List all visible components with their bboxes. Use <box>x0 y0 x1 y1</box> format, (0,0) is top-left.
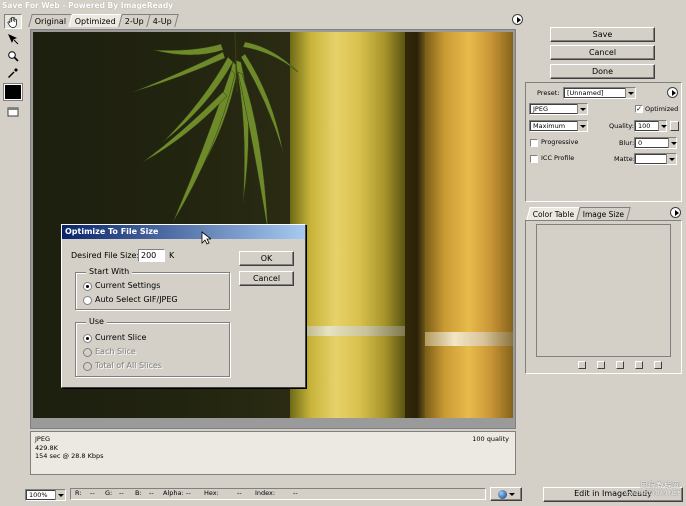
quality-mode-select[interactable]: Maximum <box>529 120 588 132</box>
g-label: G: <box>105 489 113 497</box>
bamboo-stalk-blurred <box>425 32 513 418</box>
hand-tool-icon[interactable] <box>4 14 22 29</box>
quality-input[interactable]: 100 <box>634 120 667 132</box>
info-file-size: 429.8K <box>35 443 58 452</box>
map-color-icon[interactable] <box>578 361 586 369</box>
total-slices-label: Total of All Slices <box>95 361 162 370</box>
trash-icon[interactable] <box>654 361 662 369</box>
color-table-swatches[interactable] <box>536 224 671 357</box>
index-label: Index: <box>255 489 276 497</box>
info-format: JPEG <box>35 435 50 443</box>
color-readout-bar <box>70 488 486 500</box>
file-size-unit: K <box>169 251 175 260</box>
browser-globe-icon <box>497 489 507 499</box>
use-title: Use <box>86 317 107 326</box>
watermark-line2: www.MISSYUAN.NET <box>623 491 680 497</box>
hex-label: Hex: <box>204 489 219 497</box>
web-snap-icon[interactable] <box>597 361 605 369</box>
hex-value: -- <box>237 489 242 497</box>
desired-file-size-label: Desired File Size: <box>71 251 140 260</box>
optimization-info: JPEG 429.8K 154 sec @ 28.8 Kbps 100 qual… <box>30 431 516 475</box>
format-select[interactable]: JPEG <box>529 103 588 115</box>
auto-select-label: Auto Select GIF/JPEG <box>95 295 178 304</box>
r-value: -- <box>90 489 95 497</box>
start-with-title: Start With <box>86 267 133 276</box>
zoom-tool-icon[interactable] <box>4 48 22 63</box>
blur-label: Blur: <box>619 139 635 147</box>
watermark: 思缘教程网 www.MISSYUAN.NET <box>624 482 680 498</box>
radio-total-slices <box>83 362 92 371</box>
radio-current-slice[interactable] <box>83 334 92 343</box>
lock-color-icon[interactable] <box>616 361 624 369</box>
current-settings-label: Current Settings <box>95 281 161 290</box>
done-button[interactable]: Done <box>550 64 655 79</box>
color-table-menu-arrow-icon[interactable] <box>670 207 681 218</box>
tab-image-size[interactable]: Image Size <box>576 207 632 220</box>
new-color-icon[interactable] <box>635 361 643 369</box>
tab-color-table[interactable]: Color Table <box>526 207 582 220</box>
progressive-label: Progressive <box>541 138 579 146</box>
slice-select-tool-icon[interactable] <box>4 31 22 46</box>
radio-current-settings[interactable] <box>83 282 92 291</box>
bamboo-stalk <box>290 32 405 418</box>
icc-profile-checkbox[interactable] <box>530 155 538 163</box>
tab-optimized[interactable]: Optimized <box>68 14 124 27</box>
b-value: -- <box>149 489 154 497</box>
dialog-cancel-button[interactable]: Cancel <box>239 271 294 286</box>
radio-auto-select[interactable] <box>83 296 92 305</box>
view-menu-arrow-icon[interactable] <box>512 14 523 25</box>
optimized-label: Optimized <box>645 105 679 113</box>
b-label: B: <box>135 489 142 497</box>
window-title: Save For Web - Powered By ImageReady <box>0 0 686 12</box>
start-with-group: Start With Current Settings Auto Select … <box>75 267 230 310</box>
info-quality: 100 quality <box>472 435 509 443</box>
use-group: Use Current Slice Each Slice Total of Al… <box>75 317 230 377</box>
desired-file-size-input[interactable]: 200 <box>138 249 165 262</box>
eyedropper-tool-icon[interactable] <box>4 65 22 80</box>
optimize-menu-arrow-icon[interactable] <box>667 87 678 98</box>
progressive-checkbox[interactable] <box>530 139 538 147</box>
radio-each-slice <box>83 348 92 357</box>
color-table-actions <box>578 361 662 369</box>
matte-select[interactable] <box>634 153 677 165</box>
toggle-slices-icon[interactable] <box>4 104 22 119</box>
optimize-to-file-size-dialog: Optimize To File Size Desired File Size:… <box>61 224 306 388</box>
alpha-label: Alpha: <box>163 489 184 497</box>
optimized-checkbox[interactable]: ✓ <box>635 105 643 113</box>
g-value: -- <box>119 489 124 497</box>
bamboo-node-blurred <box>425 332 513 346</box>
bamboo-node <box>290 326 405 336</box>
icc-profile-label: ICC Profile <box>541 154 575 162</box>
each-slice-label: Each Slice <box>95 347 136 356</box>
save-button[interactable]: Save <box>550 27 655 42</box>
watermark-line1: 思缘教程网 <box>640 481 680 490</box>
chevron-down-icon <box>508 492 515 496</box>
tab-original[interactable]: Original <box>28 14 74 27</box>
zoom-select[interactable]: 100% <box>25 489 66 501</box>
preset-select[interactable]: [Unnamed] <box>563 87 636 99</box>
tab-4-up[interactable]: 4-Up <box>146 14 179 27</box>
quality-mask-icon[interactable] <box>670 121 679 131</box>
palette-tabs: Color Table Image Size <box>526 207 632 220</box>
index-value: -- <box>293 489 298 497</box>
blur-input[interactable]: 0 <box>634 137 677 149</box>
preset-label: Preset: <box>537 89 560 97</box>
dialog-title: Optimize To File Size <box>62 225 305 239</box>
alpha-value: -- <box>186 489 191 497</box>
quality-label: Quality: <box>609 122 634 130</box>
info-download-time: 154 sec @ 28.8 Kbps <box>35 452 104 460</box>
matte-label: Matte: <box>614 155 635 163</box>
tool-palette <box>2 13 24 121</box>
preview-browser-button[interactable] <box>490 487 522 501</box>
r-label: R: <box>75 489 82 497</box>
mouse-pointer-icon <box>201 231 211 245</box>
cancel-button[interactable]: Cancel <box>550 45 655 60</box>
ok-button[interactable]: OK <box>239 251 294 266</box>
eyedropper-color-swatch[interactable] <box>3 83 23 101</box>
current-slice-label: Current Slice <box>95 333 147 342</box>
view-tabs: Original Optimized 2-Up 4-Up <box>28 14 179 28</box>
